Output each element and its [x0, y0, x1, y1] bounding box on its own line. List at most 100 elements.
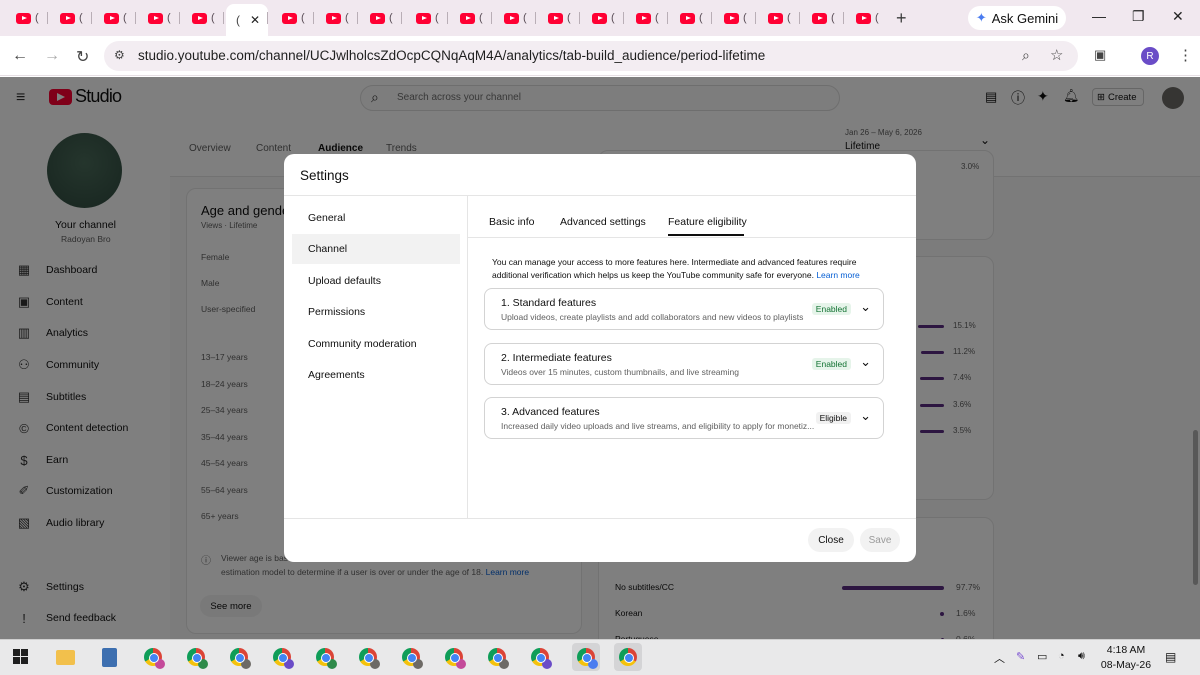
tab-loading-icon: ( — [831, 12, 835, 24]
forward-icon[interactable]: → — [44, 47, 60, 65]
wifi-icon[interactable]: ◔ — [1058, 650, 1065, 662]
tray-chevron-icon[interactable]: ︿ — [994, 650, 1005, 666]
bookmark-star-icon[interactable]: ☆ — [1050, 46, 1063, 64]
chevron-down-icon[interactable]: ⌄ — [860, 408, 871, 424]
feature-row[interactable]: 2. Intermediate features Videos over 15 m… — [484, 343, 884, 385]
taskbar-chrome-profile[interactable] — [572, 643, 600, 671]
dialog-header-divider — [284, 195, 916, 196]
browser-tab[interactable]: ( — [406, 6, 448, 30]
taskbar-chrome-profile[interactable] — [354, 643, 382, 671]
taskbar-chrome-profile[interactable] — [614, 643, 642, 671]
browser-menu-icon[interactable]: ⋮ — [1178, 46, 1193, 64]
tab-basic-info[interactable]: Basic info — [489, 216, 535, 228]
tab-loading-icon: ( — [301, 12, 305, 24]
browser-tab[interactable]: ( — [50, 6, 92, 30]
clock-date[interactable]: 08-May-26 — [1098, 659, 1154, 671]
browser-tab[interactable]: ( — [138, 6, 180, 30]
restore-icon[interactable]: ❐ — [1132, 8, 1145, 25]
settings-nav-channel[interactable]: Channel — [292, 234, 460, 264]
chrome-icon — [488, 648, 509, 669]
taskbar-chrome-profile[interactable] — [526, 643, 554, 671]
site-info-icon[interactable]: ⚙ — [114, 48, 125, 62]
tab-close-icon[interactable]: ✕ — [250, 13, 260, 27]
taskbar-chrome-profile[interactable] — [440, 643, 468, 671]
browser-tab[interactable]: ( — [714, 6, 756, 30]
youtube-favicon-icon — [856, 12, 871, 24]
youtube-favicon-icon — [724, 12, 739, 24]
intro-learn-more-link[interactable]: Learn more — [816, 270, 859, 280]
chrome-icon — [359, 648, 380, 669]
taskbar-chrome-profile[interactable] — [182, 643, 210, 671]
browser-tab[interactable]: ( — [6, 6, 48, 30]
feature-row[interactable]: 1. Standard features Upload videos, creat… — [484, 288, 884, 330]
taskbar-chrome-profile[interactable] — [483, 643, 511, 671]
calculator-icon[interactable] — [102, 648, 117, 667]
taskbar-chrome-profile[interactable] — [397, 643, 425, 671]
browser-tab[interactable]: ( — [582, 6, 624, 30]
close-button[interactable]: Close — [808, 528, 854, 552]
tab-loading-icon: ( — [167, 12, 171, 24]
notification-center-icon[interactable]: ▤ — [1165, 650, 1176, 664]
browser-tab[interactable]: ( — [450, 6, 492, 30]
browser-tab[interactable]: ( — [846, 6, 888, 30]
taskbar-chrome-profile[interactable] — [268, 643, 296, 671]
clock-time[interactable]: 4:18 AM — [1100, 644, 1152, 656]
browser-tab[interactable]: ( — [316, 6, 358, 30]
settings-nav-general[interactable]: General — [292, 203, 460, 233]
tab-separator — [267, 12, 268, 24]
browser-tab[interactable]: ( — [670, 6, 712, 30]
pen-icon[interactable]: ✎ — [1016, 650, 1025, 663]
windows-start-icon[interactable] — [13, 649, 28, 664]
taskbar-chrome-profile[interactable] — [311, 643, 339, 671]
tab-feature-eligibility[interactable]: Feature eligibility — [668, 216, 747, 228]
settings-nav-upload-defaults[interactable]: Upload defaults — [292, 266, 460, 296]
back-icon[interactable]: ← — [12, 47, 28, 65]
tab-loading-icon: ( — [35, 12, 39, 24]
tab-separator — [47, 12, 48, 24]
profile-avatar[interactable]: R — [1141, 47, 1159, 65]
chrome-icon — [577, 648, 598, 669]
active-tab-indicator — [668, 234, 744, 236]
volume-icon[interactable]: 🔊︎ — [1078, 650, 1085, 663]
youtube-favicon-icon — [192, 12, 207, 24]
taskbar-chrome-profile[interactable] — [225, 643, 253, 671]
chrome-icon — [402, 648, 423, 669]
tab-loading-icon: ( — [523, 12, 527, 24]
reading-mode-icon[interactable]: ▣ — [1094, 47, 1106, 63]
browser-tab[interactable]: ( — [538, 6, 580, 30]
browser-tab[interactable]: ( — [802, 6, 844, 30]
browser-tab[interactable]: ( — [182, 6, 224, 30]
minimize-icon[interactable]: — — [1092, 8, 1106, 24]
youtube-favicon-icon — [104, 12, 119, 24]
browser-tab[interactable]: ( — [94, 6, 136, 30]
chevron-down-icon[interactable]: ⌄ — [860, 299, 871, 315]
url-text[interactable]: studio.youtube.com/channel/UCJwlholcsZdO… — [138, 48, 765, 63]
tab-loading-icon: ( — [211, 12, 215, 24]
settings-nav-community-moderation[interactable]: Community moderation — [292, 329, 460, 359]
tab-separator — [491, 12, 492, 24]
status-badge: Enabled — [811, 303, 851, 315]
youtube-favicon-icon — [416, 12, 431, 24]
browser-tab[interactable]: ( — [758, 6, 800, 30]
tab-separator — [223, 12, 224, 24]
browser-tab[interactable]: (✕ — [226, 4, 268, 36]
save-button[interactable]: Save — [860, 528, 900, 552]
taskbar-chrome-profile[interactable] — [139, 643, 167, 671]
browser-tab[interactable]: ( — [494, 6, 536, 30]
reload-icon[interactable]: ↻ — [76, 47, 89, 67]
settings-nav-agreements[interactable]: Agreements — [292, 360, 460, 390]
zoom-icon[interactable]: ⌕ — [1022, 47, 1030, 64]
tab-separator — [179, 12, 180, 24]
battery-icon[interactable]: ▭ — [1037, 650, 1047, 663]
settings-nav-permissions[interactable]: Permissions — [292, 297, 460, 327]
feature-row[interactable]: 3. Advanced features Increased daily vide… — [484, 397, 884, 439]
tab-advanced-settings[interactable]: Advanced settings — [560, 216, 646, 228]
browser-tab[interactable]: ( — [360, 6, 402, 30]
browser-tab[interactable]: ( — [272, 6, 314, 30]
close-window-icon[interactable]: ✕ — [1172, 8, 1184, 25]
new-tab-button[interactable]: + — [896, 8, 907, 29]
browser-tab[interactable]: ( — [626, 6, 668, 30]
file-explorer-icon[interactable] — [56, 650, 75, 665]
ask-gemini-button[interactable]: ✦ Ask Gemini — [968, 6, 1066, 30]
chevron-down-icon[interactable]: ⌄ — [860, 354, 871, 370]
